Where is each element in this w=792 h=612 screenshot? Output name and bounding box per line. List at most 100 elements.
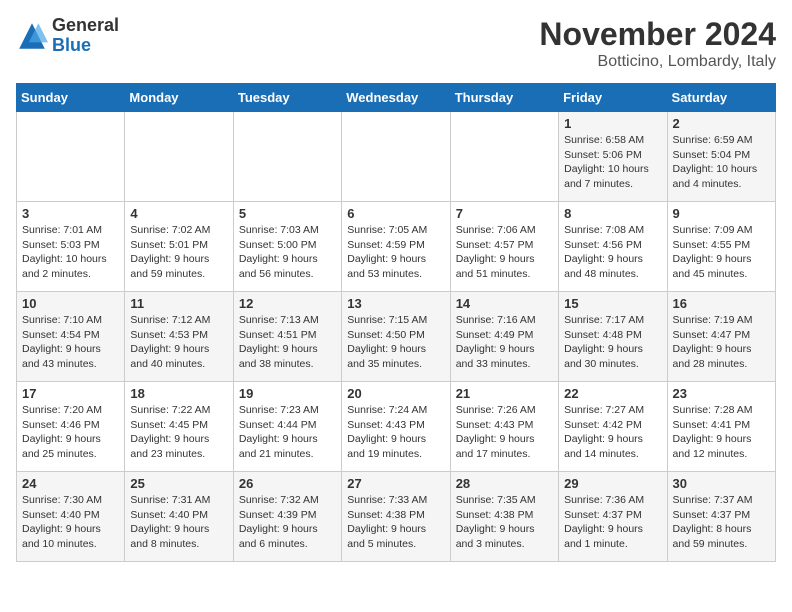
- calendar-cell: 10 Sunrise: 7:10 AM Sunset: 4:54 PM Dayli…: [17, 292, 125, 382]
- calendar-cell: 15 Sunrise: 7:17 AM Sunset: 4:48 PM Dayli…: [559, 292, 667, 382]
- header-wednesday: Wednesday: [342, 84, 450, 112]
- day-number: 11: [130, 296, 227, 311]
- logo-icon: [16, 20, 48, 52]
- day-info: Sunrise: 7:03 AM Sunset: 5:00 PM Dayligh…: [239, 223, 336, 282]
- day-number: 18: [130, 386, 227, 401]
- day-info: Sunrise: 7:08 AM Sunset: 4:56 PM Dayligh…: [564, 223, 661, 282]
- day-info: Sunrise: 7:26 AM Sunset: 4:43 PM Dayligh…: [456, 403, 553, 462]
- calendar-cell: 29 Sunrise: 7:36 AM Sunset: 4:37 PM Dayli…: [559, 472, 667, 562]
- calendar-cell: 4 Sunrise: 7:02 AM Sunset: 5:01 PM Daylig…: [125, 202, 233, 292]
- day-info: Sunrise: 7:22 AM Sunset: 4:45 PM Dayligh…: [130, 403, 227, 462]
- day-info: Sunrise: 7:33 AM Sunset: 4:38 PM Dayligh…: [347, 493, 444, 552]
- calendar-cell: 9 Sunrise: 7:09 AM Sunset: 4:55 PM Daylig…: [667, 202, 775, 292]
- location-subtitle: Botticino, Lombardy, Italy: [539, 53, 776, 71]
- calendar-week-0: 1 Sunrise: 6:58 AM Sunset: 5:06 PM Daylig…: [17, 112, 776, 202]
- day-number: 5: [239, 206, 336, 221]
- day-info: Sunrise: 7:10 AM Sunset: 4:54 PM Dayligh…: [22, 313, 119, 372]
- calendar-cell: 7 Sunrise: 7:06 AM Sunset: 4:57 PM Daylig…: [450, 202, 558, 292]
- calendar-cell: 16 Sunrise: 7:19 AM Sunset: 4:47 PM Dayli…: [667, 292, 775, 382]
- day-number: 30: [673, 476, 770, 491]
- header-sunday: Sunday: [17, 84, 125, 112]
- calendar-cell: 22 Sunrise: 7:27 AM Sunset: 4:42 PM Dayli…: [559, 382, 667, 472]
- calendar-cell: 28 Sunrise: 7:35 AM Sunset: 4:38 PM Dayli…: [450, 472, 558, 562]
- header-saturday: Saturday: [667, 84, 775, 112]
- calendar-cell: 17 Sunrise: 7:20 AM Sunset: 4:46 PM Dayli…: [17, 382, 125, 472]
- day-info: Sunrise: 7:31 AM Sunset: 4:40 PM Dayligh…: [130, 493, 227, 552]
- calendar-cell: 13Sunrise: 7:15 AM Sunset: 4:50 PM Dayli…: [342, 292, 450, 382]
- day-info: Sunrise: 7:24 AM Sunset: 4:43 PM Dayligh…: [347, 403, 444, 462]
- calendar-cell: [342, 112, 450, 202]
- month-title: November 2024: [539, 16, 776, 53]
- header: General Blue November 2024 Botticino, Lo…: [16, 16, 776, 71]
- calendar-week-2: 10 Sunrise: 7:10 AM Sunset: 4:54 PM Dayli…: [17, 292, 776, 382]
- logo-text: General Blue: [52, 16, 119, 56]
- calendar-cell: 20Sunrise: 7:24 AM Sunset: 4:43 PM Dayli…: [342, 382, 450, 472]
- calendar-cell: [17, 112, 125, 202]
- header-tuesday: Tuesday: [233, 84, 341, 112]
- calendar-cell: 26Sunrise: 7:32 AM Sunset: 4:39 PM Dayli…: [233, 472, 341, 562]
- calendar-cell: 14 Sunrise: 7:16 AM Sunset: 4:49 PM Dayli…: [450, 292, 558, 382]
- day-info: Sunrise: 7:01 AM Sunset: 5:03 PM Dayligh…: [22, 223, 119, 282]
- day-number: 21: [456, 386, 553, 401]
- day-number: 25: [130, 476, 227, 491]
- calendar-cell: [233, 112, 341, 202]
- calendar-table: SundayMondayTuesdayWednesdayThursdayFrid…: [16, 83, 776, 562]
- day-number: 24: [22, 476, 119, 491]
- calendar-cell: 18 Sunrise: 7:22 AM Sunset: 4:45 PM Dayli…: [125, 382, 233, 472]
- day-info: Sunrise: 7:12 AM Sunset: 4:53 PM Dayligh…: [130, 313, 227, 372]
- day-number: 10: [22, 296, 119, 311]
- calendar-header-row: SundayMondayTuesdayWednesdayThursdayFrid…: [17, 84, 776, 112]
- day-number: 1: [564, 116, 661, 131]
- calendar-cell: 21 Sunrise: 7:26 AM Sunset: 4:43 PM Dayli…: [450, 382, 558, 472]
- day-number: 4: [130, 206, 227, 221]
- calendar-cell: 19 Sunrise: 7:23 AM Sunset: 4:44 PM Dayli…: [233, 382, 341, 472]
- day-info: Sunrise: 7:02 AM Sunset: 5:01 PM Dayligh…: [130, 223, 227, 282]
- day-info: Sunrise: 7:30 AM Sunset: 4:40 PM Dayligh…: [22, 493, 119, 552]
- day-number: 19: [239, 386, 336, 401]
- day-info: Sunrise: 7:27 AM Sunset: 4:42 PM Dayligh…: [564, 403, 661, 462]
- title-section: November 2024 Botticino, Lombardy, Italy: [539, 16, 776, 71]
- calendar-cell: 2 Sunrise: 6:59 AM Sunset: 5:04 PM Daylig…: [667, 112, 775, 202]
- day-info: Sunrise: 7:09 AM Sunset: 4:55 PM Dayligh…: [673, 223, 770, 282]
- day-number: 12: [239, 296, 336, 311]
- calendar-cell: 8 Sunrise: 7:08 AM Sunset: 4:56 PM Daylig…: [559, 202, 667, 292]
- day-info: Sunrise: 7:23 AM Sunset: 4:44 PM Dayligh…: [239, 403, 336, 462]
- day-info: Sunrise: 7:06 AM Sunset: 4:57 PM Dayligh…: [456, 223, 553, 282]
- day-number: 14: [456, 296, 553, 311]
- calendar-week-1: 3Sunrise: 7:01 AM Sunset: 5:03 PM Daylig…: [17, 202, 776, 292]
- logo: General Blue: [16, 16, 119, 56]
- calendar-cell: 25 Sunrise: 7:31 AM Sunset: 4:40 PM Dayli…: [125, 472, 233, 562]
- day-number: 9: [673, 206, 770, 221]
- day-number: 27: [347, 476, 444, 491]
- calendar-week-4: 24 Sunrise: 7:30 AM Sunset: 4:40 PM Dayli…: [17, 472, 776, 562]
- day-info: Sunrise: 7:16 AM Sunset: 4:49 PM Dayligh…: [456, 313, 553, 372]
- day-info: Sunrise: 6:58 AM Sunset: 5:06 PM Dayligh…: [564, 133, 661, 192]
- day-info: Sunrise: 7:19 AM Sunset: 4:47 PM Dayligh…: [673, 313, 770, 372]
- day-number: 22: [564, 386, 661, 401]
- calendar-cell: 30Sunrise: 7:37 AM Sunset: 4:37 PM Dayli…: [667, 472, 775, 562]
- day-number: 16: [673, 296, 770, 311]
- day-info: Sunrise: 7:28 AM Sunset: 4:41 PM Dayligh…: [673, 403, 770, 462]
- calendar-cell: 3Sunrise: 7:01 AM Sunset: 5:03 PM Daylig…: [17, 202, 125, 292]
- day-info: Sunrise: 7:13 AM Sunset: 4:51 PM Dayligh…: [239, 313, 336, 372]
- day-number: 15: [564, 296, 661, 311]
- day-number: 8: [564, 206, 661, 221]
- day-number: 29: [564, 476, 661, 491]
- day-number: 2: [673, 116, 770, 131]
- calendar-cell: 23 Sunrise: 7:28 AM Sunset: 4:41 PM Dayli…: [667, 382, 775, 472]
- day-info: Sunrise: 7:17 AM Sunset: 4:48 PM Dayligh…: [564, 313, 661, 372]
- day-info: Sunrise: 7:20 AM Sunset: 4:46 PM Dayligh…: [22, 403, 119, 462]
- day-info: Sunrise: 7:35 AM Sunset: 4:38 PM Dayligh…: [456, 493, 553, 552]
- day-info: Sunrise: 7:05 AM Sunset: 4:59 PM Dayligh…: [347, 223, 444, 282]
- day-number: 13: [347, 296, 444, 311]
- day-number: 28: [456, 476, 553, 491]
- calendar-cell: 6Sunrise: 7:05 AM Sunset: 4:59 PM Daylig…: [342, 202, 450, 292]
- day-info: Sunrise: 6:59 AM Sunset: 5:04 PM Dayligh…: [673, 133, 770, 192]
- day-number: 7: [456, 206, 553, 221]
- day-number: 23: [673, 386, 770, 401]
- day-number: 17: [22, 386, 119, 401]
- header-monday: Monday: [125, 84, 233, 112]
- day-info: Sunrise: 7:36 AM Sunset: 4:37 PM Dayligh…: [564, 493, 661, 552]
- calendar-cell: 5 Sunrise: 7:03 AM Sunset: 5:00 PM Daylig…: [233, 202, 341, 292]
- day-number: 26: [239, 476, 336, 491]
